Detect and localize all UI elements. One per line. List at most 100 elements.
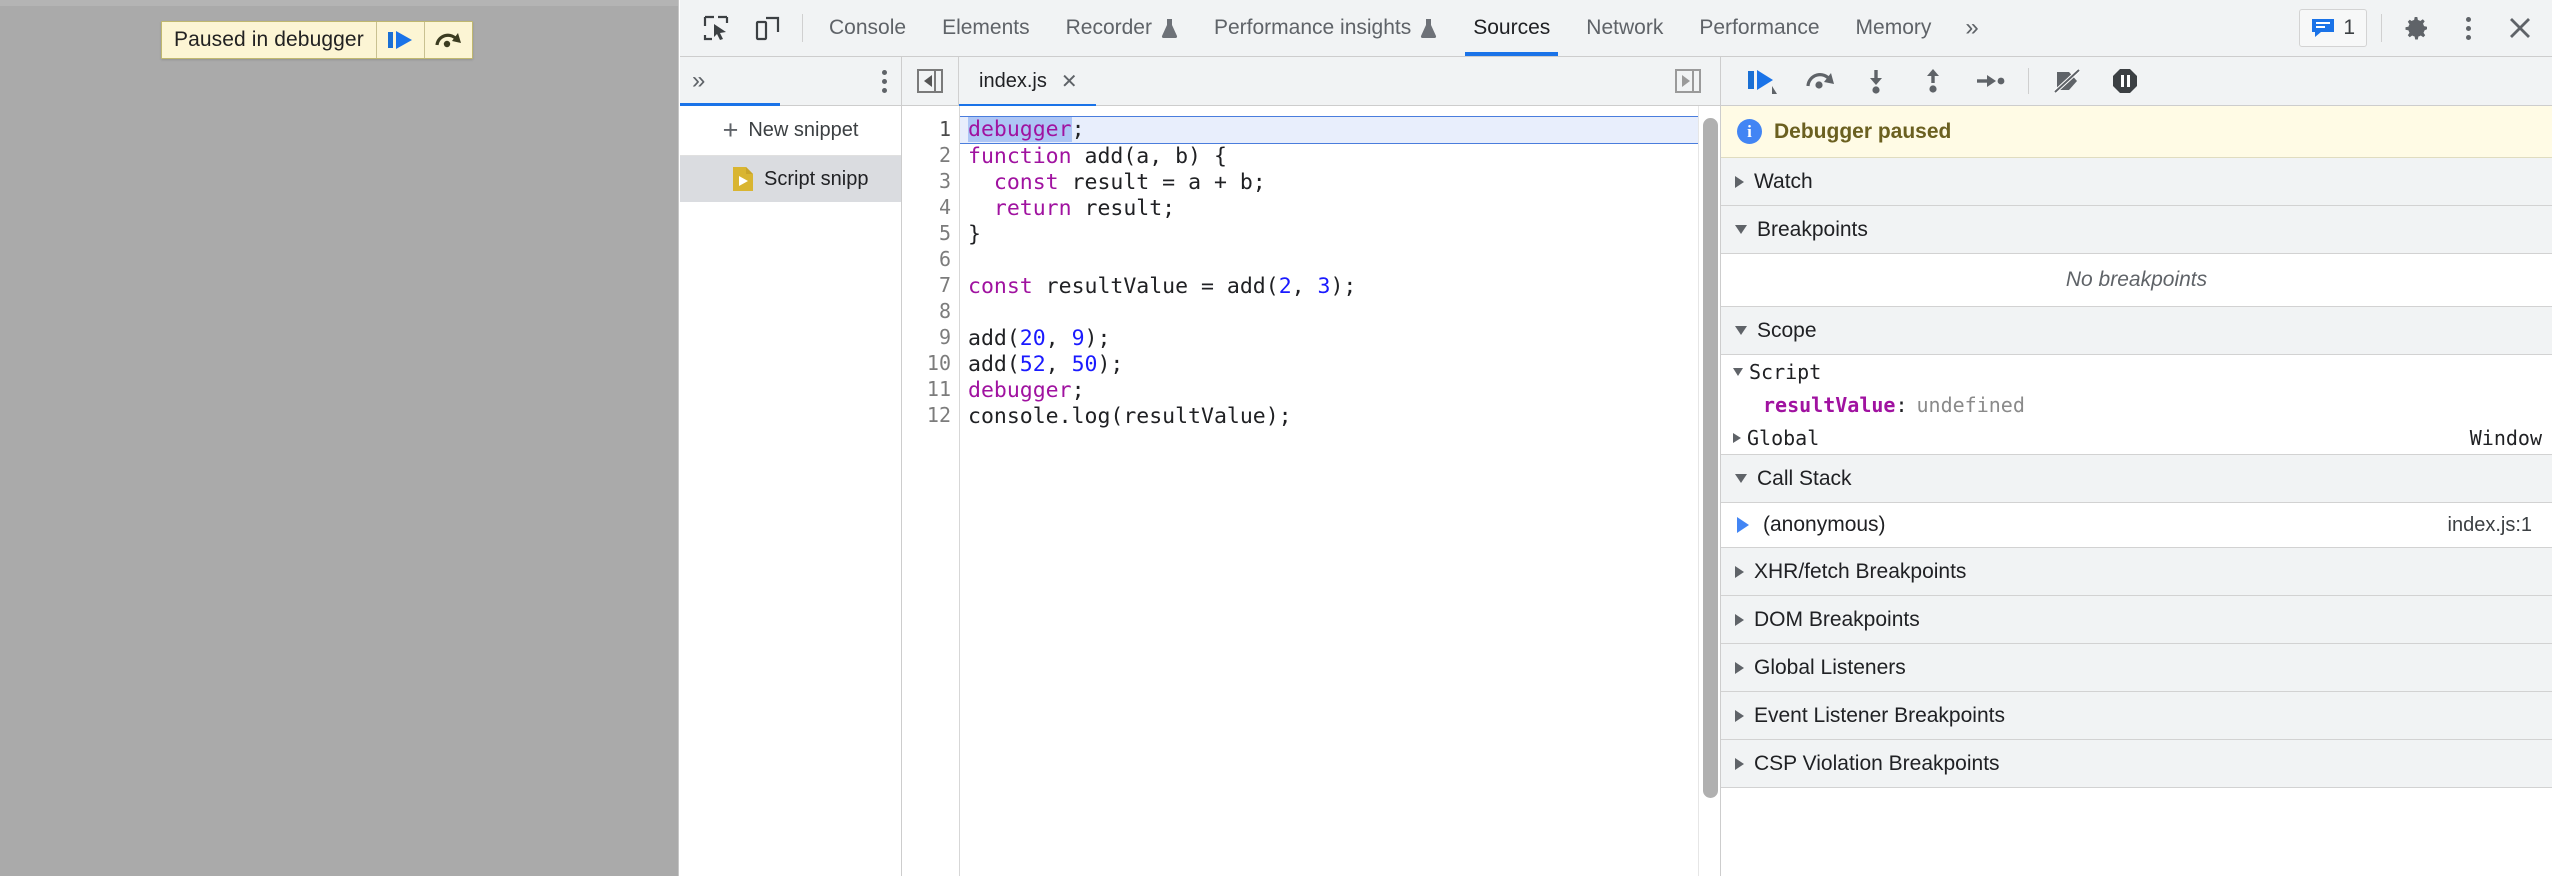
scope-variable-row[interactable]: resultValue : undefined bbox=[1721, 388, 2552, 421]
section-dom-breakpoints-label: DOM Breakpoints bbox=[1754, 607, 1920, 631]
list-item-script-snippet[interactable]: Script snipp bbox=[680, 156, 901, 202]
tab-elements-label: Elements bbox=[942, 16, 1030, 39]
navigator-more-options-button[interactable] bbox=[882, 69, 887, 93]
scope-variable-name: resultValue bbox=[1763, 392, 1896, 417]
code-line[interactable]: } bbox=[968, 222, 1698, 248]
section-global-listeners[interactable]: Global Listeners bbox=[1721, 644, 2552, 692]
more-tabs-button[interactable]: » bbox=[1949, 0, 1994, 56]
chevron-right-icon bbox=[1735, 565, 1744, 578]
tab-sources[interactable]: Sources bbox=[1455, 0, 1568, 56]
code-line[interactable]: debugger; bbox=[960, 116, 1698, 144]
line-number: 12 bbox=[926, 403, 951, 427]
experiment-flask-icon bbox=[1420, 18, 1437, 38]
code-token: 3 bbox=[1317, 274, 1331, 299]
section-xhr-fetch-breakpoints-label: XHR/fetch Breakpoints bbox=[1754, 559, 1967, 583]
code-line[interactable]: const result = a + b; bbox=[968, 170, 1698, 196]
device-toolbar-button[interactable] bbox=[742, 0, 794, 56]
close-icon bbox=[2510, 18, 2530, 38]
section-call-stack[interactable]: Call Stack bbox=[1721, 455, 2552, 503]
tab-performance[interactable]: Performance bbox=[1681, 0, 1837, 56]
section-watch[interactable]: Watch bbox=[1721, 158, 2552, 206]
scope-global-value: Window bbox=[2469, 425, 2542, 450]
code-line[interactable]: add(52, 50); bbox=[968, 352, 1698, 378]
code-line[interactable]: return result; bbox=[968, 196, 1698, 222]
new-snippet-button[interactable]: + New snippet bbox=[680, 106, 901, 156]
line-number: 3 bbox=[938, 169, 951, 193]
more-options-icon bbox=[2465, 16, 2471, 40]
code-token: 9 bbox=[1071, 326, 1085, 351]
code-content[interactable]: debugger; function add(a, b) { const resu… bbox=[960, 106, 1698, 876]
chevron-down-icon bbox=[1735, 474, 1747, 483]
file-tab-close-icon[interactable]: ✕ bbox=[1061, 69, 1078, 94]
code-token: ; bbox=[1071, 117, 1085, 142]
pause-on-exceptions-button[interactable] bbox=[2096, 57, 2153, 106]
debugger-sidebar: i Debugger paused Watch Breakpoints No b… bbox=[1720, 57, 2552, 876]
code-line[interactable]: debugger; bbox=[968, 378, 1698, 404]
step-into-button[interactable] bbox=[1847, 57, 1904, 106]
banner-step-over-button[interactable] bbox=[423, 22, 472, 58]
tab-performance-insights[interactable]: Performance insights bbox=[1196, 0, 1455, 56]
chevron-right-icon bbox=[1735, 709, 1744, 722]
step-into-icon bbox=[1869, 70, 1882, 94]
tab-network[interactable]: Network bbox=[1568, 0, 1681, 56]
settings-button[interactable] bbox=[2390, 0, 2442, 56]
scope-script-row[interactable]: Script bbox=[1721, 355, 2552, 388]
toggle-debugger-sidebar-button[interactable] bbox=[1674, 68, 1720, 94]
call-stack-frame[interactable]: (anonymous) index.js:1 bbox=[1721, 503, 2552, 547]
scope-body: Script resultValue : undefined Global Wi… bbox=[1721, 355, 2552, 455]
section-event-listener-breakpoints[interactable]: Event Listener Breakpoints bbox=[1721, 692, 2552, 740]
code-token: ; bbox=[1071, 378, 1085, 403]
step-out-button[interactable] bbox=[1904, 57, 1961, 106]
close-devtools-button[interactable] bbox=[2494, 0, 2546, 56]
devtools-more-options-button[interactable] bbox=[2442, 0, 2494, 56]
code-line[interactable]: function add(a, b) { bbox=[968, 144, 1698, 170]
code-token: const bbox=[968, 274, 1033, 299]
tab-elements[interactable]: Elements bbox=[924, 0, 1048, 56]
scrollbar-thumb[interactable] bbox=[1703, 118, 1718, 798]
code-token: } bbox=[968, 222, 981, 247]
navigator-more-tabs-button[interactable]: » bbox=[692, 67, 705, 95]
code-line[interactable] bbox=[968, 248, 1698, 274]
section-event-listener-breakpoints-label: Event Listener Breakpoints bbox=[1754, 703, 2005, 727]
code-token: debugger bbox=[968, 378, 1072, 403]
deactivate-breakpoints-button[interactable] bbox=[2039, 57, 2096, 106]
code-line[interactable] bbox=[968, 300, 1698, 326]
section-csp-violation-breakpoints-label: CSP Violation Breakpoints bbox=[1754, 751, 2000, 775]
code-view: 1 2 3 4 5 6 7 8 9 10 11 12 debugger; function add(a,… bbox=[902, 106, 1698, 876]
inspect-element-button[interactable] bbox=[690, 0, 742, 56]
code-line[interactable]: add(20, 9); bbox=[968, 326, 1698, 352]
file-tab-index-js[interactable]: index.js ✕ bbox=[959, 56, 1096, 107]
step-over-button[interactable] bbox=[1790, 57, 1847, 106]
code-token: add(a, b) { bbox=[1071, 144, 1227, 169]
scope-global-label: Global bbox=[1747, 425, 1820, 450]
message-count-badge[interactable]: 1 bbox=[2299, 9, 2367, 47]
tab-console[interactable]: Console bbox=[811, 0, 924, 56]
section-breakpoints[interactable]: Breakpoints bbox=[1721, 206, 2552, 254]
section-csp-violation-breakpoints[interactable]: CSP Violation Breakpoints bbox=[1721, 740, 2552, 788]
breakpoints-body: No breakpoints bbox=[1721, 254, 2552, 307]
resume-script-execution-button[interactable] bbox=[1733, 57, 1790, 106]
toggle-navigator-button[interactable] bbox=[902, 68, 958, 94]
code-token: , bbox=[1045, 352, 1072, 377]
section-scope[interactable]: Scope bbox=[1721, 307, 2552, 355]
code-line[interactable]: const resultValue = add(2, 3); bbox=[968, 274, 1698, 300]
chevron-down-icon bbox=[1733, 367, 1743, 376]
section-xhr-fetch-breakpoints[interactable]: XHR/fetch Breakpoints bbox=[1721, 548, 2552, 596]
paused-banner-label: Paused in debugger bbox=[174, 28, 364, 51]
tab-recorder[interactable]: Recorder bbox=[1048, 0, 1196, 56]
resume-icon bbox=[388, 31, 413, 49]
line-number: 8 bbox=[938, 299, 951, 323]
banner-resume-button[interactable] bbox=[375, 22, 424, 58]
step-button[interactable] bbox=[1961, 57, 2018, 106]
code-token: result; bbox=[1071, 196, 1176, 221]
code-line[interactable]: console.log(resultValue); bbox=[968, 404, 1698, 430]
chevron-right-icon bbox=[1735, 661, 1744, 674]
snippet-file-icon bbox=[733, 167, 753, 191]
tab-memory[interactable]: Memory bbox=[1838, 0, 1950, 56]
code-token: result = a + b; bbox=[1058, 170, 1266, 195]
page-viewport: Paused in debugger bbox=[0, 0, 679, 876]
section-dom-breakpoints[interactable]: DOM Breakpoints bbox=[1721, 596, 2552, 644]
scope-global-row[interactable]: Global Window bbox=[1721, 421, 2552, 454]
editor-vertical-scrollbar[interactable] bbox=[1698, 106, 1720, 876]
editor-toolbar: index.js ✕ bbox=[902, 56, 1720, 107]
